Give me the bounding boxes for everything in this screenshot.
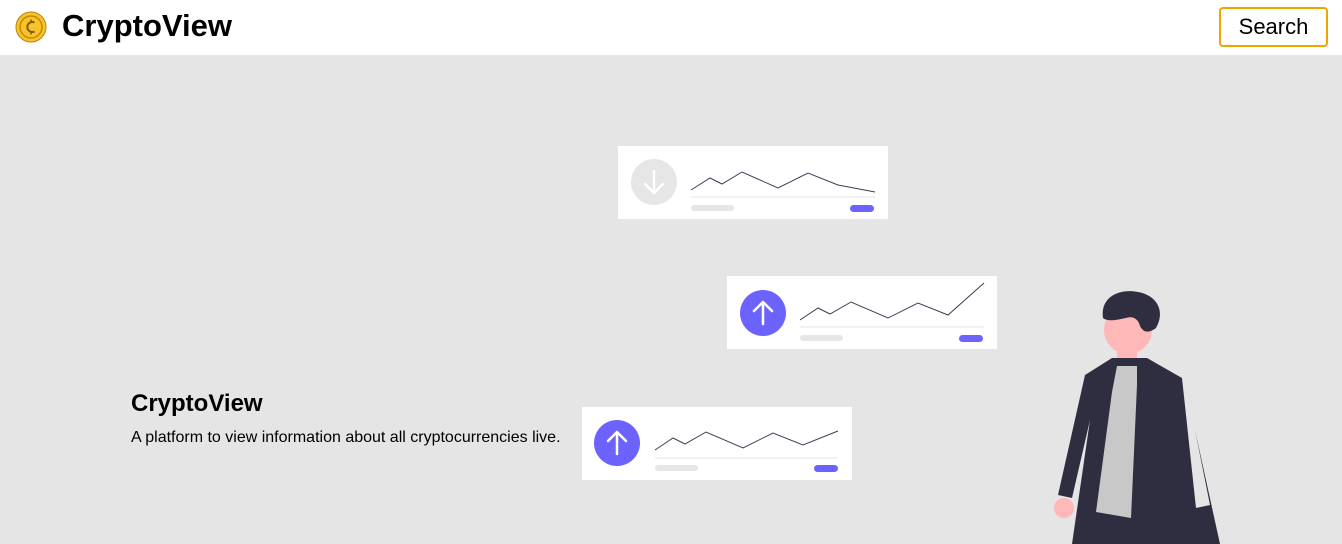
trend-card-up-2 (582, 407, 852, 480)
person-illustration (1054, 291, 1220, 544)
trend-card-down (618, 146, 888, 219)
trend-card-up-1 (727, 276, 997, 349)
crypto-illustration (582, 146, 1220, 544)
